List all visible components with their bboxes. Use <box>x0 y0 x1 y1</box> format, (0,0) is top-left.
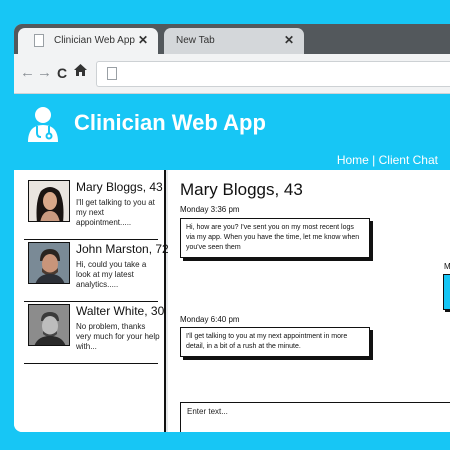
contact-list: Mary Bloggs, 43 I'll get talking to you … <box>14 170 169 432</box>
home-icon[interactable] <box>74 64 87 80</box>
nav-link-client-chat[interactable]: Client Chat <box>379 153 438 167</box>
avatar <box>28 180 70 222</box>
message-preview: Hi, could you take a look at my latest a… <box>76 260 147 289</box>
forward-arrow-icon[interactable]: → <box>37 65 52 81</box>
contact-item[interactable]: John Marston, 72 Hi, could you take a lo… <box>24 240 169 302</box>
sent-message-bubble <box>443 274 450 310</box>
chat-panel: Mary Bloggs, 43 Monday 3:36 pm Hi, how a… <box>168 170 450 432</box>
tab-title: New Tab <box>176 35 215 46</box>
message-bubble: Hi, how are you? I've sent you on my mos… <box>180 218 370 258</box>
browser-toolbar: ← → C <box>14 54 450 94</box>
message-timestamp: M <box>444 262 450 271</box>
reload-icon[interactable]: C <box>57 65 67 81</box>
tab-title: Clinician Web App <box>54 35 135 46</box>
contact-name: John Marston, 72 <box>76 242 169 256</box>
close-tab-icon[interactable]: ✕ <box>138 33 148 47</box>
message-timestamp: Monday 6:40 pm <box>180 315 240 324</box>
close-tab-icon[interactable]: ✕ <box>284 33 294 47</box>
back-arrow-icon[interactable]: ← <box>20 65 35 81</box>
app-nav: Home | Client Chat <box>337 153 438 167</box>
tab-bar: Clinician Web App ✕ New Tab ✕ <box>14 24 450 54</box>
message-bubble: I'll get talking to you at my next appoi… <box>180 327 370 357</box>
nav-separator: | <box>368 153 379 167</box>
message-preview: I'll get talking to you at my next appoi… <box>76 198 155 227</box>
app-header: Clinician Web App Home | Client Chat <box>14 94 450 170</box>
contact-name: Walter White, 30 <box>76 304 165 318</box>
message-timestamp: Monday 3:36 pm <box>180 205 240 214</box>
nav-link-home[interactable]: Home <box>337 153 369 167</box>
page-icon <box>34 34 44 47</box>
address-bar[interactable] <box>96 61 450 87</box>
avatar <box>28 304 70 346</box>
avatar <box>28 242 70 284</box>
app-title: Clinician Web App <box>74 110 266 135</box>
tab-clinician-web-app[interactable]: Clinician Web App ✕ <box>18 28 158 54</box>
page-icon <box>107 67 117 80</box>
contact-item[interactable]: Mary Bloggs, 43 I'll get talking to you … <box>24 178 163 240</box>
message-preview: No problem, thanks very much for your he… <box>76 322 160 351</box>
tab-new-tab[interactable]: New Tab ✕ <box>164 28 304 54</box>
chat-contact-name: Mary Bloggs, 43 <box>180 180 303 199</box>
contact-item[interactable]: Walter White, 30 No problem, thanks very… <box>24 302 164 364</box>
browser-window: Clinician Web App ✕ New Tab ✕ ← → C Clin… <box>14 24 450 432</box>
doctor-icon <box>26 106 60 142</box>
contact-name: Mary Bloggs, 43 <box>76 180 163 194</box>
message-input[interactable]: Enter text... <box>180 402 450 432</box>
